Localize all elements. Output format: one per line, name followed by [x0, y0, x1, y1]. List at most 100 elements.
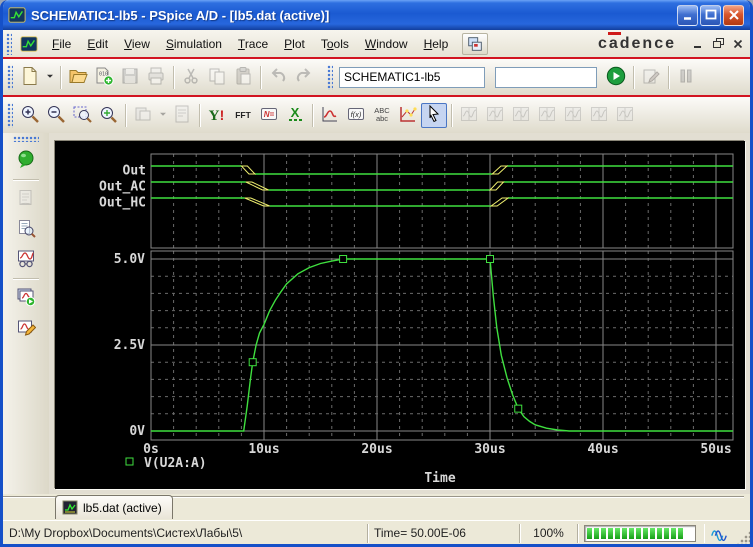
menubar-grip[interactable] — [6, 32, 12, 55]
minimize-button[interactable] — [677, 4, 698, 26]
digital-trace-Out_HC — [151, 197, 733, 207]
mdi-minimize-button[interactable] — [690, 36, 706, 51]
text-label-button[interactable]: ABC abc — [369, 103, 395, 128]
digital-signal-label-Out_HC[interactable]: Out_HC — [99, 196, 146, 211]
toolbar-grip[interactable] — [327, 64, 333, 90]
toolbar-separator — [60, 65, 61, 89]
legend-swatch[interactable] — [125, 457, 134, 466]
performance-analysis-icon: X — [285, 104, 305, 127]
progress-segment — [671, 527, 676, 539]
menubar: File Edit View Simulation Trace Plot Tools Wind… — [3, 30, 750, 57]
performance-analysis-button[interactable]: X — [282, 103, 308, 128]
mdi-restore-icon — [712, 38, 724, 48]
svg-text:FFT: FFT — [235, 110, 251, 120]
zoom-area-button[interactable] — [69, 103, 95, 128]
legend-label[interactable]: V(U2A:A) — [144, 456, 207, 471]
zoom-in-button[interactable] — [17, 103, 43, 128]
evaluate-function-button[interactable]: f(x) — [343, 103, 369, 128]
edit-profile-button[interactable] — [11, 314, 41, 342]
x-axis-tick-label: 0s — [143, 442, 159, 457]
toolbar-separator — [199, 103, 200, 127]
select-arrow-button[interactable] — [421, 102, 447, 128]
new-file-dropdown-button[interactable] — [43, 65, 56, 90]
examine-output-button[interactable] — [11, 215, 41, 243]
menu-file[interactable]: File — [44, 34, 79, 54]
run-simulation-button[interactable] — [603, 65, 629, 90]
maximize-button[interactable] — [700, 4, 721, 26]
mdi-restore-button[interactable] — [710, 36, 726, 51]
mark-data-points-button[interactable] — [395, 103, 421, 128]
cursor-toggle-icon — [459, 104, 479, 127]
close-button[interactable] — [723, 4, 744, 26]
cadence-logo: cadence — [597, 34, 676, 52]
resize-grip[interactable] — [736, 531, 750, 544]
simulation-queue-button[interactable] — [11, 146, 41, 174]
toolbar-grip[interactable] — [13, 136, 39, 142]
open-simulation-output-icon: 010 — [94, 66, 114, 89]
digital-signal-label-Out[interactable]: Out — [123, 164, 146, 179]
tabbar: lb5.dat (active) — [3, 494, 750, 520]
x-axis-tick-label: 40us — [587, 442, 618, 457]
x-axis-title: Time — [424, 471, 455, 486]
cut-button — [178, 65, 204, 90]
evaluate-measurement-button[interactable]: N= — [256, 103, 282, 128]
trace-marker — [486, 255, 494, 263]
view-output-file-button — [11, 185, 41, 213]
mdi-close-button[interactable] — [730, 36, 746, 51]
transition-rise-Out_HC — [489, 197, 510, 207]
toolbar-grip[interactable] — [7, 64, 13, 90]
menu-window[interactable]: Window — [357, 34, 416, 54]
y-axis-tick-label: 2.5V — [114, 338, 145, 353]
window-title: SCHEMATIC1-lb5 - PSpice A/D - [lb5.dat (… — [31, 7, 330, 23]
tab-label: lb5.dat (active) — [83, 500, 162, 515]
menu-trace[interactable]: Trace — [230, 34, 276, 54]
simulation-activity-icon — [708, 524, 730, 542]
zoom-out-button[interactable] — [43, 103, 69, 128]
open-file-button[interactable] — [65, 65, 91, 90]
menu-plot[interactable]: Plot — [276, 34, 313, 54]
new-file-button[interactable] — [17, 65, 43, 90]
probe-plot-window[interactable]: Out Out_AC Out_HC 0V 2.5V 5.0V 0s 10us 20us 30us 4… — [55, 141, 745, 489]
app-icon — [8, 6, 26, 24]
simulation-profile-combo[interactable] — [339, 66, 485, 88]
menu-tools[interactable]: Tools — [313, 34, 357, 54]
add-trace-button[interactable] — [317, 103, 343, 128]
svg-text:X: X — [291, 105, 300, 120]
simulation-queue-icon — [16, 149, 36, 172]
transition-fall-Out_HC — [244, 197, 270, 207]
titlebar[interactable]: SCHEMATIC1-lb5 - PSpice A/D - [lb5.dat (… — [3, 0, 750, 30]
cursor-peak-icon — [485, 104, 505, 127]
x-axis-tick-label: 10us — [248, 442, 279, 457]
svg-text:Y: Y — [209, 108, 220, 124]
menu-view[interactable]: View — [116, 34, 158, 54]
run-profiles-icon — [16, 287, 36, 310]
run-profiles-button[interactable] — [11, 284, 41, 312]
cascade-windows-button[interactable] — [462, 32, 489, 55]
progress-bar — [584, 524, 696, 542]
open-simulation-output-button[interactable]: 010 — [91, 65, 117, 90]
fft-button[interactable]: FFT — [230, 103, 256, 128]
zoom-fit-button[interactable] — [95, 103, 121, 128]
simulation-status-field[interactable] — [495, 66, 597, 88]
view-simulation-messages-button[interactable]: Y! — [204, 103, 230, 128]
toolbar-grip[interactable] — [7, 102, 13, 128]
menu-edit[interactable]: Edit — [79, 34, 116, 54]
menu-simulation[interactable]: Simulation — [158, 34, 230, 54]
tab-lb5-dat[interactable]: lb5.dat (active) — [55, 495, 173, 519]
minimize-icon — [683, 17, 691, 20]
cursor-max-icon — [589, 104, 609, 127]
y-axis-tick-label: 5.0V — [114, 252, 145, 267]
cursor-slope-icon — [537, 104, 557, 127]
pause-simulation-button — [673, 65, 699, 90]
workspace: Out Out_AC Out_HC 0V 2.5V 5.0V 0s 10us 20us 30us 4… — [3, 133, 750, 494]
svg-text:abc: abc — [376, 114, 388, 123]
cursor-point-button — [612, 103, 638, 128]
digital-signal-label-Out_AC[interactable]: Out_AC — [99, 180, 146, 195]
maximize-icon — [705, 9, 716, 20]
view-output-log-icon — [172, 104, 192, 127]
display-waveforms-button[interactable] — [11, 245, 41, 273]
menu-help[interactable]: Help — [416, 34, 457, 54]
trace-marker — [514, 404, 523, 413]
view-output-file-icon — [16, 188, 36, 211]
y-axis-tick-label: 0V — [129, 424, 145, 439]
